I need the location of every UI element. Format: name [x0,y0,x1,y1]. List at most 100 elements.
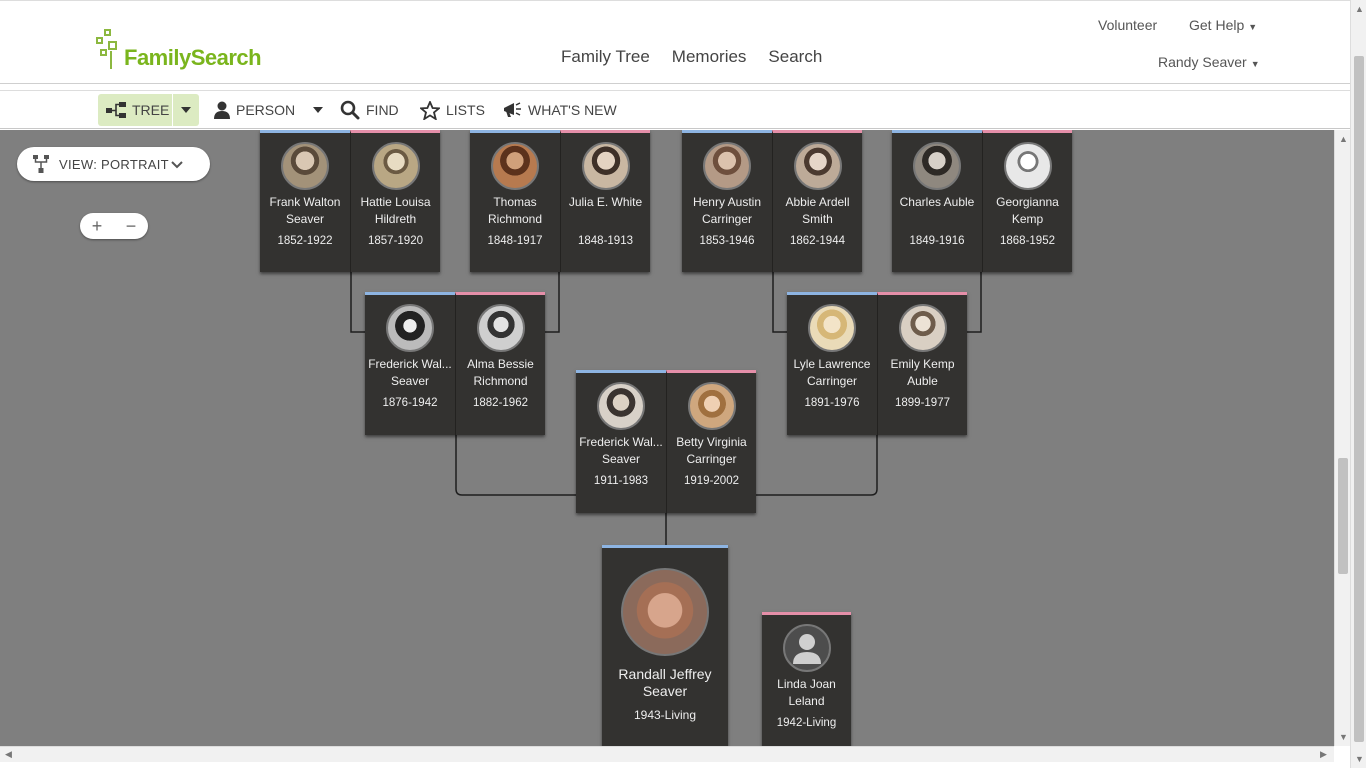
spouse-card[interactable]: Linda Joan Leland 1942-Living [762,612,851,746]
person-card[interactable]: Frederick Wal... Seaver 1876-1942 [365,292,455,435]
nav-search[interactable]: Search [768,47,822,67]
find-label: FIND [366,102,399,118]
person-dates: 1899-1977 [895,397,950,409]
person-card[interactable]: Julia E. White 1848-1913 [560,130,650,272]
scroll-down-arrow-icon[interactable]: ▼ [1339,732,1348,742]
portrait-photo [687,382,736,430]
canvas-horizontal-scrollbar[interactable]: ◀ ▶ [0,746,1334,762]
person-card[interactable]: Alma Bessie Richmond 1882-1962 [455,292,545,435]
tree-canvas[interactable]: VIEW: PORTRAIT + − Frank Walton Seaver 1… [0,130,1334,746]
person-dates: 1848-1913 [578,235,633,247]
person-card[interactable]: Charles Auble 1849-1916 [892,130,982,272]
tree-logo-icon [94,27,124,71]
person-dates: 1849-1916 [909,235,965,247]
scroll-up-arrow-icon[interactable]: ▲ [1339,134,1348,144]
root-person-card[interactable]: Randall Jeffrey Seaver 1943-Living [602,545,728,746]
lists-label: LISTS [446,102,485,118]
person-card[interactable]: Betty Virginia Carringer 1919-2002 [666,370,756,513]
megaphone-icon [504,102,521,117]
person-name: Hattie Louisa Hildreth [360,195,431,226]
couple-card: Thomas Richmond 1848-1917 Julia E. White… [470,130,650,272]
portrait-photo [793,142,842,190]
person-card[interactable]: Georgianna Kemp 1868-1952 [982,130,1072,272]
scroll-down-arrow-icon[interactable]: ▼ [1355,754,1364,764]
portrait-photo [1003,142,1052,190]
user-menu[interactable]: Randy Seaver ▼ [1158,54,1260,70]
whats-new-button[interactable]: WHAT'S NEW [502,94,617,126]
portrait-photo [703,142,751,190]
person-card[interactable]: Frank Walton Seaver 1852-1922 [260,130,350,272]
person-label: PERSON [236,102,296,118]
tree-button[interactable]: TREE [98,94,172,126]
person-card[interactable]: Hattie Louisa Hildreth 1857-1920 [350,130,440,272]
couple-card: Lyle Lawrence Carringer 1891-1976 Emily … [787,292,967,435]
person-dates: 1882-1962 [473,397,528,409]
nav-family-tree[interactable]: Family Tree [561,47,650,67]
person-name: Lyle Lawrence Carringer [793,357,871,388]
caret-down-icon [181,107,191,113]
person-name: Abbie Ardell Smith [785,195,850,226]
familysearch-logo[interactable]: FamilySearch [94,27,262,71]
person-icon [214,101,230,119]
get-help-menu[interactable]: Get Help ▼ [1189,17,1257,33]
scroll-right-arrow-icon[interactable]: ▶ [1320,749,1327,760]
canvas-vertical-scrollbar[interactable]: ▲ ▼ [1334,130,1350,746]
portrait-photo [281,142,329,190]
portrait-photo [476,304,525,352]
zoom-control: + − [80,213,148,239]
person-dates: 1943-Living [633,708,697,722]
person-name: Henry Austin Carringer [692,195,762,226]
page-vertical-scrollbar[interactable]: ▲ ▼ [1350,0,1366,768]
portrait-photo [491,142,539,190]
caret-down-icon: ▼ [1248,22,1258,32]
person-name: Frederick Wal... Seaver [368,357,452,388]
zoom-in-button[interactable]: + [92,216,103,237]
person-name: Charles Auble [899,195,975,209]
person-card[interactable]: Emily Kemp Auble 1899-1977 [877,292,967,435]
search-icon [340,100,360,120]
scroll-thumb[interactable] [1338,458,1348,574]
person-dates: 1891-1976 [804,397,860,409]
person-dates: 1857-1920 [368,235,423,247]
zoom-out-button[interactable]: − [126,216,137,237]
find-button[interactable]: FIND [340,94,399,126]
portrait-photo [581,142,630,190]
couple-card: Henry Austin Carringer 1853-1946 Abbie A… [682,130,862,272]
person-name: Randall Jeffrey Seaver [618,666,712,699]
person-dates: 1942-Living [776,717,837,729]
user-name: Randy Seaver [1158,54,1247,70]
person-dates: 1919-2002 [684,475,739,487]
tree-dropdown-button[interactable] [173,94,199,126]
person-dates: 1848-1917 [487,235,543,247]
lists-button[interactable]: LISTS [420,94,485,126]
person-button[interactable]: PERSON [214,94,324,126]
person-dates: 1868-1952 [1000,235,1055,247]
person-dates: 1853-1946 [699,235,755,247]
portrait-photo [621,568,709,656]
view-label: VIEW: PORTRAIT [59,156,169,172]
person-dates: 1876-1942 [382,397,438,409]
nav-memories[interactable]: Memories [672,47,747,67]
star-icon [420,100,440,120]
portrait-photo [386,304,434,352]
default-avatar-icon [782,624,831,672]
tree-toolbar: TREE PERSON FIND LISTS WHAT'S NEW [0,90,1350,129]
person-name: Frederick Wal... Seaver [579,435,663,466]
person-card[interactable]: Lyle Lawrence Carringer 1891-1976 [787,292,877,435]
person-name: Georgianna Kemp [996,195,1059,226]
view-portrait-dropdown[interactable]: VIEW: PORTRAIT [17,147,210,181]
person-card[interactable]: Henry Austin Carringer 1853-1946 [682,130,772,272]
person-card[interactable]: Frederick Wal... Seaver 1911-1983 [576,370,666,513]
get-help-label: Get Help [1189,17,1245,33]
person-name: Frank Walton Seaver [269,195,341,226]
volunteer-link[interactable]: Volunteer [1098,17,1157,33]
scroll-up-arrow-icon[interactable]: ▲ [1355,4,1364,14]
scroll-thumb[interactable] [1354,56,1364,742]
person-card[interactable]: Thomas Richmond 1848-1917 [470,130,560,272]
portrait-photo [597,382,645,430]
main-nav: Family Tree Memories Search [561,47,822,67]
person-card[interactable]: Abbie Ardell Smith 1862-1944 [772,130,862,272]
whats-new-label: WHAT'S NEW [528,102,617,118]
scroll-left-arrow-icon[interactable]: ◀ [5,749,12,760]
chevron-down-icon [171,161,183,169]
